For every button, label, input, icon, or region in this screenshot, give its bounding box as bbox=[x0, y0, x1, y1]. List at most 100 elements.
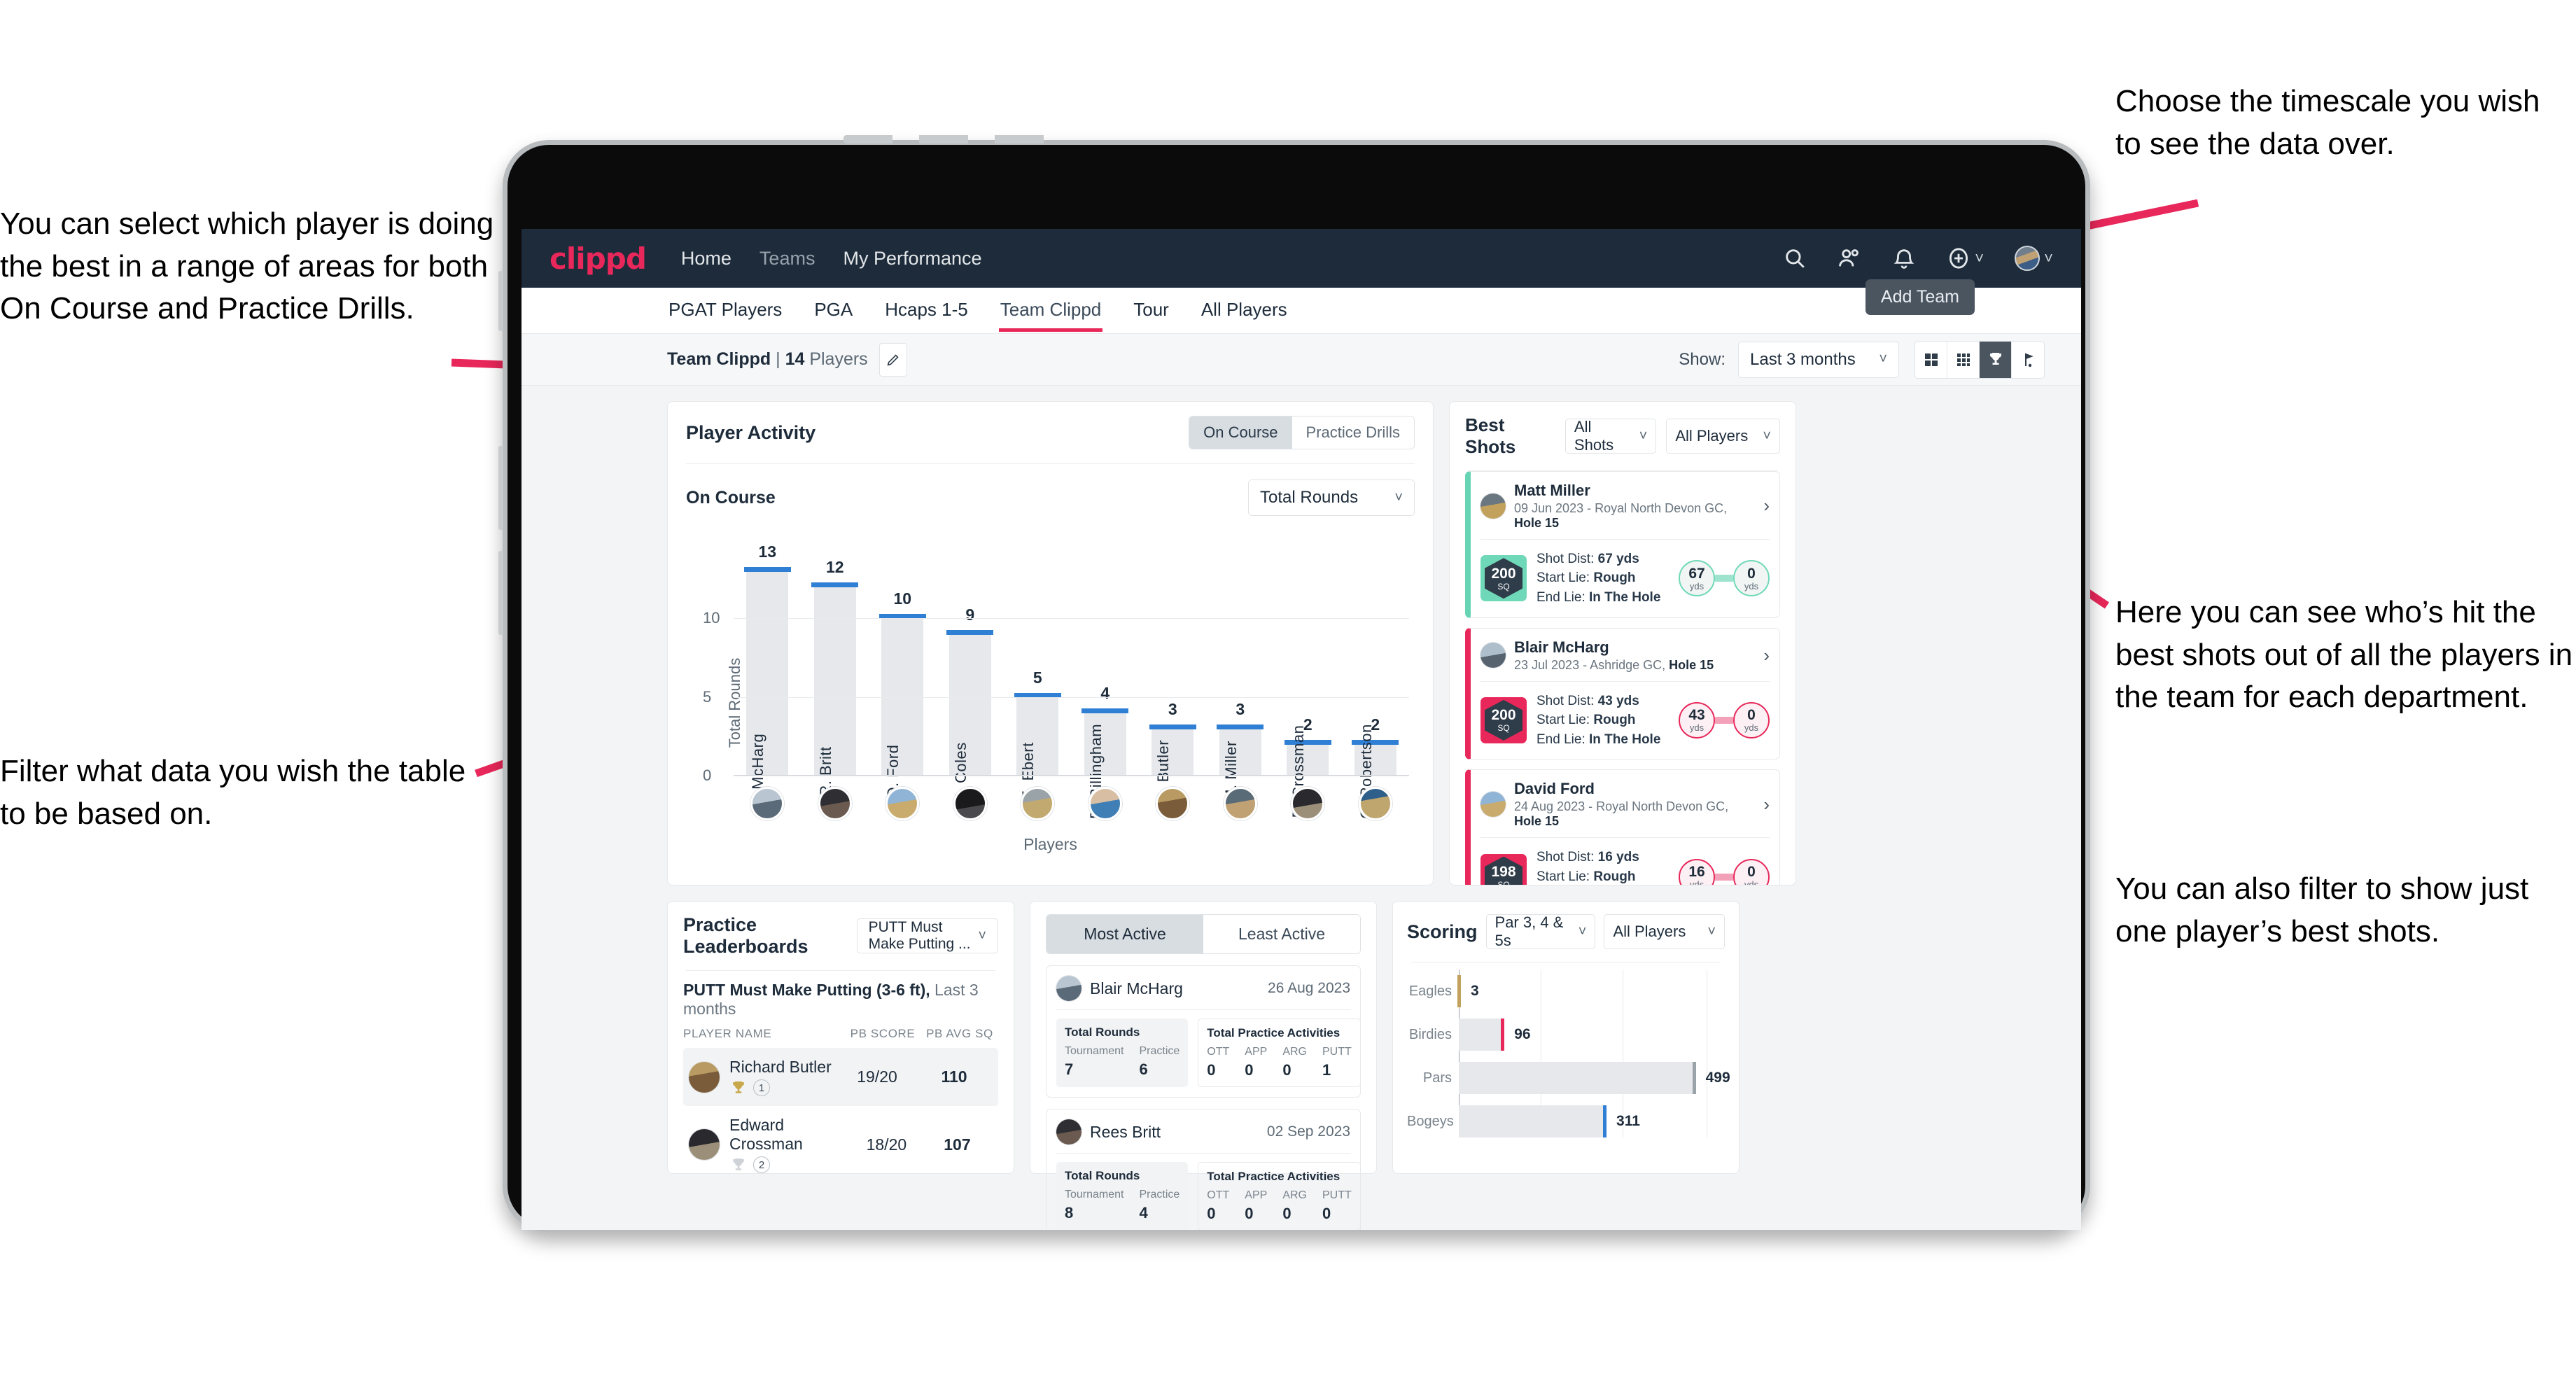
sub-toolbar: Team Clippd | 14 Players Show: Last 3 mo… bbox=[522, 334, 2081, 386]
add-team-button[interactable]: Add Team bbox=[1865, 279, 1975, 315]
nav-link-teams[interactable]: Teams bbox=[760, 248, 816, 270]
player-avatar[interactable] bbox=[750, 787, 785, 820]
best-shot-card[interactable]: Matt Miller 09 Jun 2023 - Royal North Dev… bbox=[1465, 470, 1780, 618]
bar-item[interactable]: 5 E. Ebert bbox=[1004, 555, 1072, 801]
y-axis-tick: 10 bbox=[703, 609, 720, 626]
bar-item[interactable]: 2 C. Robertson bbox=[1342, 555, 1410, 819]
metric-select[interactable]: Total Rounds ˅ bbox=[1248, 479, 1415, 516]
bar-value: 3 bbox=[1168, 699, 1177, 718]
scoring-par-filter[interactable]: Par 3, 4 & 5s ˅ bbox=[1485, 913, 1596, 949]
bar-item[interactable]: 3 R. Butler bbox=[1139, 555, 1207, 803]
rank-badge: 2 bbox=[753, 1156, 770, 1173]
player-avatar[interactable] bbox=[818, 787, 852, 820]
shot-path-line bbox=[1715, 716, 1733, 724]
nav-link-home[interactable]: Home bbox=[681, 248, 732, 270]
scoring-par-filter-value: Par 3, 4 & 5s bbox=[1494, 913, 1564, 949]
tab-tour[interactable]: Tour bbox=[1132, 289, 1170, 332]
scoring-bar bbox=[1459, 1062, 1696, 1094]
nav-link-my-performance[interactable]: My Performance bbox=[843, 248, 981, 270]
bell-icon[interactable] bbox=[1892, 246, 1916, 270]
user-menu[interactable]: ˅ bbox=[2015, 246, 2053, 271]
tab-pga[interactable]: PGA bbox=[813, 289, 854, 332]
bar-item[interactable]: 9 J. Coles bbox=[937, 555, 1004, 801]
clippd-logo[interactable]: clippd bbox=[550, 241, 647, 276]
player-avatar[interactable] bbox=[886, 787, 920, 820]
plus-circle-icon[interactable] bbox=[1947, 246, 1970, 270]
player-avatar[interactable] bbox=[1021, 787, 1055, 820]
shot-end-distance: 0 yds bbox=[1733, 701, 1770, 738]
chevron-down-icon: ˅ bbox=[1879, 351, 1887, 367]
show-label: Show: bbox=[1679, 349, 1726, 369]
scoring-bar-row[interactable]: Bogeys 311 bbox=[1407, 1100, 1725, 1143]
activity-tabs: Most Active Least Active bbox=[1046, 914, 1361, 954]
people-icon[interactable] bbox=[1837, 246, 1861, 270]
team-players-word: Players bbox=[804, 349, 868, 369]
rounds-key: Tournament bbox=[1065, 1189, 1124, 1200]
tab-hcaps-1-5[interactable]: Hcaps 1-5 bbox=[883, 289, 969, 332]
chevron-right-icon[interactable]: › bbox=[1763, 495, 1770, 517]
row-player-name: Edward Crossman bbox=[729, 1116, 803, 1153]
timescale-select[interactable]: Last 3 months ˅ bbox=[1738, 341, 1899, 378]
player-avatar[interactable] bbox=[1358, 787, 1392, 820]
toggle-on-course[interactable]: On Course bbox=[1189, 416, 1292, 449]
scoring-bar-row[interactable]: Birdies 96 bbox=[1407, 1013, 1725, 1056]
shot-details: Shot Dist: 67 yds Start Lie: Rough End Lie… bbox=[1536, 551, 1661, 605]
player-avatar[interactable] bbox=[1088, 787, 1122, 820]
view-grid-2x2-button[interactable] bbox=[1915, 341, 1947, 378]
best-shot-card[interactable]: Blair McHarg 23 Jul 2023 - Ashridge GC, H… bbox=[1465, 627, 1780, 760]
col-pb-avg-sq: PB AVG SQ bbox=[926, 1027, 993, 1040]
player-avatar[interactable] bbox=[1291, 787, 1325, 820]
player-avatar[interactable] bbox=[1223, 787, 1257, 820]
bar-item[interactable]: 3 M. Miller bbox=[1207, 555, 1275, 802]
best-shots-shot-filter[interactable]: All Shots ˅ bbox=[1564, 418, 1657, 454]
activity-player-card[interactable]: Blair McHarg 26 Aug 2023 Total Rounds Tourn… bbox=[1046, 965, 1361, 1098]
scoring-bar-row[interactable]: Pars 499 bbox=[1407, 1056, 1730, 1100]
player-avatar[interactable] bbox=[1156, 787, 1190, 820]
bar-item[interactable]: 13 B. McHarg bbox=[734, 542, 802, 809]
shot-quality-badge: 200 SQ bbox=[1480, 555, 1527, 602]
drill-select[interactable]: PUTT Must Make Putting ... ˅ bbox=[856, 918, 998, 953]
avatar[interactable] bbox=[2015, 246, 2040, 271]
bar-item[interactable]: 4 D. Billingham bbox=[1072, 555, 1140, 819]
tablet-device-frame: clippd Home Teams My Performance ˅ ˅ PGA… bbox=[498, 135, 2090, 1232]
view-flag-button[interactable] bbox=[2012, 342, 2044, 378]
player-activity-subtitle: On Course bbox=[686, 487, 776, 507]
scoring-player-filter[interactable]: All Players ˅ bbox=[1604, 914, 1725, 949]
best-shots-player-filter[interactable]: All Players ˅ bbox=[1666, 419, 1780, 454]
table-row[interactable]: Edward Crossman 2 18/20 107 bbox=[683, 1106, 998, 1183]
bar-item[interactable]: 10 D. Ford bbox=[869, 555, 937, 798]
activity-list: Blair McHarg 26 Aug 2023 Total Rounds Tourn… bbox=[1030, 965, 1376, 1230]
player-activity-chart: Total Rounds 13 B. McHarg 12 R. Britt 10 D. F… bbox=[686, 520, 1415, 885]
bar-item[interactable]: 12 R. Britt bbox=[802, 555, 869, 797]
tab-most-active[interactable]: Most Active bbox=[1046, 915, 1203, 953]
table-row[interactable]: Richard Butler 1 19/20 110 bbox=[683, 1048, 998, 1106]
chevron-right-icon[interactable]: › bbox=[1763, 645, 1770, 666]
y-axis-tick: 0 bbox=[703, 766, 712, 784]
scoring-category-label: Birdies bbox=[1408, 1026, 1452, 1042]
chevron-right-icon[interactable]: › bbox=[1763, 794, 1770, 816]
rounds-value: 8 bbox=[1065, 1204, 1074, 1222]
avatar bbox=[1056, 976, 1082, 1001]
view-trophy-button[interactable] bbox=[1980, 341, 2012, 378]
view-toggle-group bbox=[1914, 340, 2045, 379]
toggle-practice-drills[interactable]: Practice Drills bbox=[1292, 416, 1414, 449]
tab-least-active[interactable]: Least Active bbox=[1203, 915, 1360, 953]
edit-team-button[interactable] bbox=[878, 342, 907, 377]
col-pb-score: PB SCORE bbox=[850, 1027, 916, 1040]
practice-leaderboards-subtitle: PUTT Must Make Putting (3-6 ft), Last 3 … bbox=[668, 971, 1014, 1018]
team-sep: | bbox=[771, 349, 785, 369]
player-avatar[interactable] bbox=[953, 787, 987, 820]
tab-pgat-players[interactable]: PGAT Players bbox=[667, 289, 783, 332]
view-grid-3x3-button[interactable] bbox=[1947, 341, 1980, 378]
table-header: PLAYER NAME PB SCORE PB AVG SQ bbox=[683, 1027, 998, 1048]
scoring-bar-row[interactable]: Eagles 3 bbox=[1407, 969, 1725, 1013]
best-shot-card[interactable]: David Ford 24 Aug 2023 - Royal North Devo… bbox=[1465, 769, 1780, 885]
activity-card: Most Active Least Active Blair McHarg 26 … bbox=[1030, 901, 1377, 1230]
bar-item[interactable]: 2 E. Crossman bbox=[1274, 555, 1342, 818]
bar-value: 10 bbox=[893, 589, 912, 608]
tab-all-players[interactable]: All Players bbox=[1200, 289, 1289, 332]
activity-player-card[interactable]: Rees Britt 02 Sep 2023 Total Rounds Tournam… bbox=[1046, 1109, 1361, 1230]
search-icon[interactable] bbox=[1783, 246, 1807, 270]
tab-team-clippd[interactable]: Team Clippd bbox=[998, 289, 1103, 332]
add-menu[interactable]: ˅ bbox=[1947, 246, 1984, 270]
